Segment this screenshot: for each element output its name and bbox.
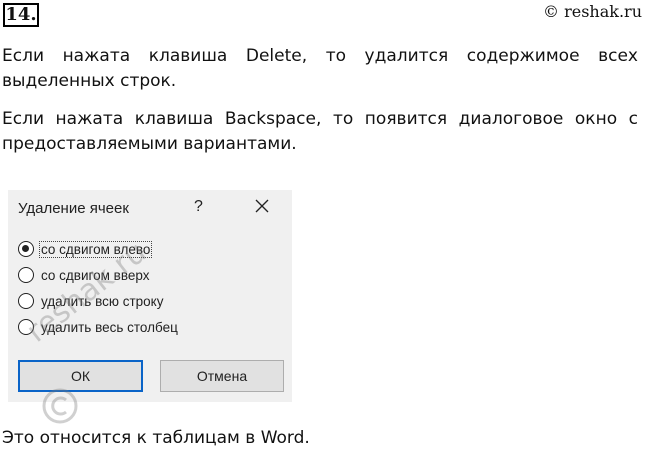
footer-note: Это относится к таблицам в Word. <box>2 428 310 448</box>
paragraph-delete: Если нажата клавиша Delete, то удалится … <box>2 46 638 91</box>
radio-delete-row[interactable] <box>18 293 34 309</box>
help-button[interactable]: ? <box>194 198 203 216</box>
option-delete-column[interactable]: удалить весь столбец <box>18 314 179 340</box>
radio-shift-left[interactable] <box>18 241 34 257</box>
ok-button[interactable]: ОК <box>18 360 143 392</box>
page: 14. © reshak.ru Если нажата клавиша Dele… <box>0 0 648 453</box>
close-icon <box>255 199 269 213</box>
option-shift-up[interactable]: со сдвигом вверх <box>18 262 179 288</box>
option-label: удалить всю строку <box>41 293 164 309</box>
option-label: со сдвигом вверх <box>41 267 150 283</box>
close-button[interactable] <box>251 195 273 217</box>
paragraph-backspace: Если нажата клавиша Backspace, то появит… <box>2 109 638 154</box>
radio-shift-up[interactable] <box>18 267 34 283</box>
cancel-button[interactable]: Отмена <box>160 360 284 392</box>
radio-delete-column[interactable] <box>18 319 34 335</box>
option-label: удалить весь столбец <box>41 319 178 335</box>
copyright-notice: © reshak.ru <box>543 2 642 21</box>
task-number: 14. <box>3 3 39 27</box>
dialog-title: Удаление ячеек <box>18 200 129 217</box>
delete-cells-dialog: Удаление ячеек ? со сдвигом влево со сдв… <box>8 190 292 402</box>
options-group: со сдвигом влево со сдвигом вверх удалит… <box>18 236 179 340</box>
option-delete-row[interactable]: удалить всю строку <box>18 288 179 314</box>
option-shift-left[interactable]: со сдвигом влево <box>18 236 179 262</box>
option-label: со сдвигом влево <box>38 240 153 258</box>
